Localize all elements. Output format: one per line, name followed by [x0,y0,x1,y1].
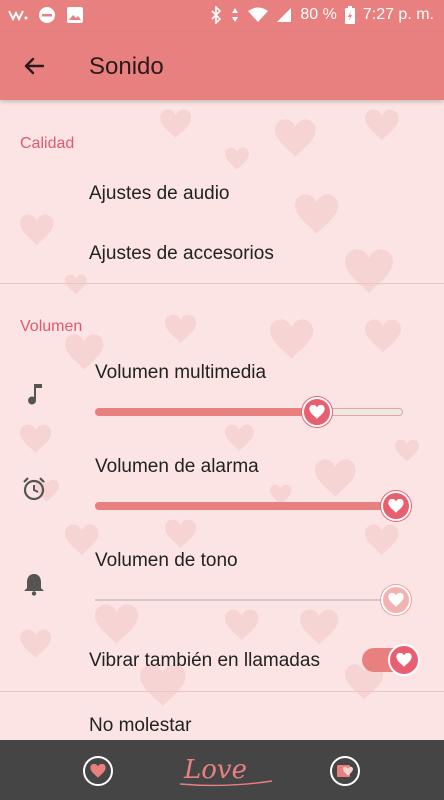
love-logo: Love [179,755,273,787]
vibrate-toggle[interactable] [362,644,420,676]
heart-icon [388,499,404,513]
walkman-icon [8,10,28,22]
ring-volume-slider[interactable] [95,585,411,615]
vibrate-toggle-knob [388,644,420,676]
signal-icon [277,8,292,22]
alarm-volume-thumb[interactable] [381,491,411,521]
music-note-icon [28,384,42,405]
divider [0,691,444,692]
section-header-volumen: Volumen [20,318,83,335]
heart-icon [396,653,412,667]
back-button[interactable] [14,46,54,86]
media-volume-label: Volumen multimedia [95,362,267,383]
data-arrows-icon [232,8,239,22]
ring-volume-label: Volumen de tono [95,550,238,571]
bell-icon [24,574,44,596]
media-volume-slider[interactable] [95,397,403,427]
wifi-icon [248,7,269,22]
do-not-disturb-icon [39,7,55,23]
status-right-icons: 80 % 7:27 p. m. [210,6,434,24]
status-bar: 80 % 7:27 p. m. [0,0,444,32]
ring-volume-thumb[interactable] [381,585,411,615]
bottom-bar: Love [0,740,444,800]
heart-icon [388,593,404,607]
media-volume-thumb[interactable] [302,397,332,427]
alarm-volume-fill [95,502,396,510]
page-title: Sonido [89,53,164,80]
accessory-settings-item[interactable]: Ajustes de accesorios [89,243,274,265]
section-header-calidad: Calidad [20,135,75,152]
vibrate-label: Vibrar también en llamadas [89,650,320,671]
status-left-icons [8,6,84,24]
battery-percent: 80 % [300,6,337,23]
do-not-disturb-item[interactable]: No molestar [89,715,191,737]
svg-text:Love: Love [183,755,247,785]
alarm-volume-slider[interactable] [95,491,411,521]
heart-icon [309,405,325,419]
alarm-clock-icon [23,477,45,501]
settings-list: Calidad Ajustes de audio Ajustes de acce… [0,100,444,740]
divider [0,283,444,284]
gallery-heart-button[interactable] [330,756,360,786]
ring-volume-track [95,599,403,601]
battery-charging-icon [344,6,355,24]
image-heart-icon [337,765,353,777]
app-bar: Sonido [0,32,444,100]
media-volume-fill [95,408,317,416]
hearts-theme-button[interactable] [83,756,113,786]
heart-icon [90,764,106,778]
back-arrow-icon [24,57,45,75]
clock: 7:27 p. m. [362,6,434,23]
image-icon [67,7,83,23]
alarm-volume-label: Volumen de alarma [95,456,259,477]
bluetooth-icon [211,6,222,24]
audio-settings-item[interactable]: Ajustes de audio [89,183,230,205]
